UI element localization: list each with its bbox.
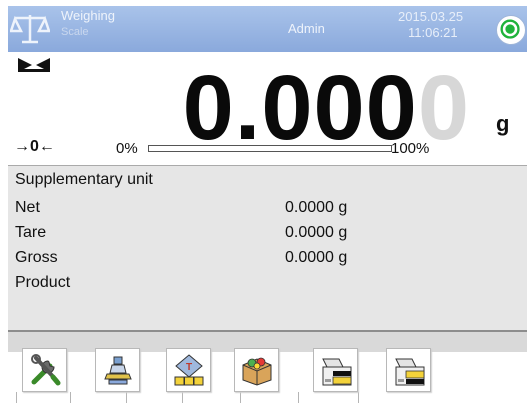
zero-marker: →0← [14, 138, 55, 155]
svg-text:T: T [186, 362, 192, 373]
date-text: 2015.03.25 [398, 9, 464, 24]
info-row-label: Tare [15, 224, 47, 241]
level-indicator[interactable] [496, 15, 526, 45]
tare-database-button[interactable]: T [166, 348, 211, 392]
status-header: Weighing Scale Admin 2015.03.25 11:06:21 [8, 6, 527, 52]
time-text: 11:06:21 [408, 25, 458, 40]
info-row-product: Product [15, 274, 520, 298]
mode-subtitle: Scale [61, 26, 89, 38]
function-toolbar: T [8, 348, 527, 403]
toolbar-divider [70, 392, 71, 403]
bargraph [148, 145, 392, 152]
info-row-value: 0.0000 g [285, 199, 348, 216]
info-row-label: Gross [15, 249, 58, 266]
toolbar-divider [16, 392, 17, 403]
scale-tare-icon [104, 356, 132, 385]
product-button[interactable] [234, 348, 279, 392]
info-panel: Supplementary unit Net 0.0000 g Tare 0.0… [8, 166, 527, 330]
info-row-label: Net [15, 199, 40, 216]
info-row-value: 0.0000 g [285, 224, 348, 241]
toolbar-divider [126, 392, 127, 403]
printer-icon [395, 358, 425, 386]
toolbar-divider [358, 392, 359, 403]
info-row-gross: Gross 0.0000 g [15, 249, 520, 273]
date-time: 2015.03.25 11:06:21 [398, 9, 463, 41]
printer-icon [322, 358, 352, 386]
bargraph-min-label: 0% [116, 140, 138, 157]
info-row-net: Net 0.0000 g [15, 199, 520, 223]
tools-icon [31, 354, 61, 386]
print-header-button[interactable] [313, 348, 358, 392]
mode-name: Weighing [61, 8, 115, 23]
info-panel-title: Supplementary unit [15, 171, 153, 188]
info-row-value: 0.0000 g [285, 249, 348, 266]
settings-button[interactable] [22, 348, 67, 392]
toolbar-divider [182, 392, 183, 403]
print-footer-button[interactable] [386, 348, 431, 392]
scale-logo-icon [10, 15, 50, 44]
toolbar-divider [240, 392, 241, 403]
product-box-icon [242, 357, 272, 386]
toolbar-divider [298, 392, 299, 403]
tare-keypad-icon: T [174, 354, 204, 386]
level-indicator-icon [500, 19, 520, 39]
tare-button[interactable] [95, 348, 140, 392]
user-name: Admin [288, 21, 325, 36]
weight-main-digits: 0.000 [182, 57, 418, 159]
bargraph-max-label: 100% [391, 140, 430, 157]
weight-unit[interactable]: g [496, 112, 509, 136]
weight-display: 0.0000 g →0← 0% 100% [8, 52, 527, 166]
info-row-label: Product [15, 274, 71, 291]
info-row-tare: Tare 0.0000 g [15, 224, 520, 248]
